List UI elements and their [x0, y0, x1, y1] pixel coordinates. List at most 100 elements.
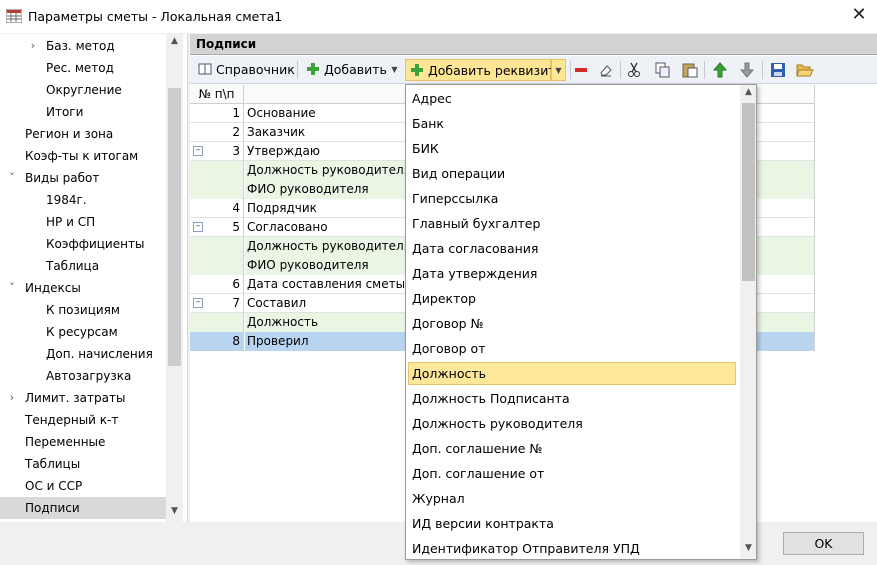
sidebar-item-label: Автозагрузка: [46, 369, 132, 383]
dropdown-item[interactable]: Договор №: [407, 312, 738, 335]
sidebar-item-label: Тендерный к-т: [25, 413, 119, 427]
close-icon[interactable]: ✕: [851, 5, 867, 25]
collapse-minus-icon[interactable]: –: [193, 146, 203, 156]
sidebar-item[interactable]: НР и СП: [0, 211, 168, 233]
chevron-down-icon[interactable]: ˅: [7, 167, 17, 189]
book-icon: [198, 63, 212, 75]
eraser-icon[interactable]: [598, 62, 614, 78]
dropdown-item[interactable]: Журнал: [407, 487, 738, 510]
dropdown-item[interactable]: Договор от: [407, 337, 738, 360]
panel-title: Подписи: [190, 34, 877, 55]
add-dropdown-arrow-icon[interactable]: ▼: [388, 59, 401, 81]
sidebar-item[interactable]: Итоги: [0, 101, 168, 123]
dropdown-item[interactable]: Главный бухгалтер: [407, 212, 738, 235]
row-number-value: 8: [232, 334, 240, 348]
chevron-down-icon[interactable]: ˅: [7, 277, 17, 299]
add-button[interactable]: Добавить: [302, 59, 387, 81]
scrollbar-thumb[interactable]: [168, 88, 181, 366]
sidebar-item[interactable]: Коэф-ты к итогам: [0, 145, 168, 167]
dropdown-item[interactable]: Доп. соглашение от: [407, 462, 738, 485]
row-number: [190, 256, 244, 275]
sidebar-item-label: Переменные: [25, 435, 106, 449]
row-number-value: 3: [232, 144, 240, 158]
dropdown-item[interactable]: Адрес: [407, 87, 738, 110]
row-number-value: 7: [232, 296, 240, 310]
row-number-value: 5: [232, 220, 240, 234]
add-requisite-label: Добавить реквизит: [428, 63, 556, 78]
add-label: Добавить: [324, 62, 387, 77]
dropdown-item[interactable]: Доп. соглашение №: [407, 437, 738, 460]
sidebar-item[interactable]: 1984г.: [0, 189, 168, 211]
row-number: 2: [190, 123, 244, 142]
sidebar-item[interactable]: Коэффициенты: [0, 233, 168, 255]
chevron-right-icon[interactable]: ›: [7, 387, 17, 409]
sidebar-item[interactable]: Округление: [0, 79, 168, 101]
sidebar-item[interactable]: К ресурсам: [0, 321, 168, 343]
scroll-up-icon[interactable]: ▲: [742, 87, 755, 101]
sidebar-item[interactable]: Регион и зона: [0, 123, 168, 145]
dropdown-item[interactable]: Директор: [407, 287, 738, 310]
plus-icon: [411, 64, 423, 76]
sidebar-item[interactable]: ˅ Виды работ: [0, 167, 168, 189]
sidebar-scrollbar[interactable]: ▲ ▼: [166, 34, 183, 522]
dropdown-item[interactable]: Должность: [408, 362, 736, 385]
collapse-minus-icon[interactable]: –: [193, 222, 203, 232]
chevron-right-icon[interactable]: ›: [28, 35, 38, 57]
paste-icon[interactable]: [682, 61, 698, 78]
dropdown-item[interactable]: Вид операции: [407, 162, 738, 185]
row-number-value: 2: [232, 125, 240, 139]
scroll-down-icon[interactable]: ▼: [742, 543, 755, 557]
collapse-minus-icon[interactable]: –: [193, 298, 203, 308]
sidebar-item[interactable]: ˅ Индексы: [0, 277, 168, 299]
remove-icon[interactable]: [574, 65, 588, 75]
ok-button[interactable]: OK: [783, 532, 864, 555]
column-header-number[interactable]: № п\п: [190, 85, 244, 104]
sidebar-item-label: Таблицы: [25, 457, 81, 471]
dropdown-item[interactable]: Идентификатор Отправителя УПД: [407, 537, 738, 559]
sidebar-item[interactable]: ОС и ССР: [0, 475, 168, 497]
sidebar-item-label: Виды работ: [25, 171, 100, 185]
arrow-up-icon[interactable]: [713, 62, 727, 78]
save-icon[interactable]: [770, 62, 786, 78]
scroll-down-icon[interactable]: ▼: [169, 506, 180, 520]
toolbar-separator: [297, 61, 298, 79]
scroll-up-icon[interactable]: ▲: [169, 36, 180, 50]
arrow-down-icon[interactable]: [740, 62, 754, 78]
dropdown-item[interactable]: Дата согласования: [407, 237, 738, 260]
sidebar-item[interactable]: К позициям: [0, 299, 168, 321]
dropdown-item[interactable]: Должность Подписанта: [407, 387, 738, 410]
sidebar-item[interactable]: Таблицы: [0, 453, 168, 475]
sidebar-item-label: 1984г.: [46, 193, 87, 207]
toolbar: Справочник Добавить ▼ Добавить реквизит …: [190, 56, 877, 84]
sidebar-item[interactable]: › Лимит. затраты: [0, 387, 168, 409]
scrollbar-thumb[interactable]: [742, 103, 755, 281]
dropdown-item[interactable]: БИК: [407, 137, 738, 160]
sidebar-item[interactable]: Доп. начисления: [0, 343, 168, 365]
copy-icon[interactable]: [655, 62, 671, 78]
dropdown-item[interactable]: Гиперссылка: [407, 187, 738, 210]
sidebar-item-label: ОС и ССР: [25, 479, 83, 493]
title-bar: Параметры сметы - Локальная смета1 ✕: [0, 0, 877, 33]
sidebar-item[interactable]: Автозагрузка: [0, 365, 168, 387]
sidebar-item[interactable]: Рес. метод: [0, 57, 168, 79]
open-folder-icon[interactable]: [796, 62, 814, 78]
reference-button[interactable]: Справочник: [194, 59, 295, 81]
dropdown-item[interactable]: ИД версии контракта: [407, 512, 738, 535]
dropdown-item[interactable]: Должность руководителя: [407, 412, 738, 435]
sidebar-item[interactable]: Подписи: [0, 497, 168, 519]
sidebar-item-label: Коэф-ты к итогам: [25, 149, 139, 163]
sidebar-item[interactable]: Таблица: [0, 255, 168, 277]
dropdown-item[interactable]: Дата утверждения: [407, 262, 738, 285]
dropdown-scrollbar[interactable]: ▲ ▼: [740, 85, 756, 559]
sidebar-item-label: Таблица: [46, 259, 100, 273]
row-number-value: 4: [232, 201, 240, 215]
sidebar-item[interactable]: Переменные: [0, 431, 168, 453]
add-requisite-button[interactable]: Добавить реквизит: [405, 59, 556, 81]
cut-icon[interactable]: [627, 62, 641, 78]
dropdown-item[interactable]: Банк: [407, 112, 738, 135]
row-number: [190, 161, 244, 180]
add-requisite-dropdown-arrow-icon[interactable]: ▼: [551, 59, 566, 81]
sidebar-item-label: Итоги: [46, 105, 84, 119]
sidebar-item[interactable]: Тендерный к-т: [0, 409, 168, 431]
sidebar-item[interactable]: › Баз. метод: [0, 35, 168, 57]
